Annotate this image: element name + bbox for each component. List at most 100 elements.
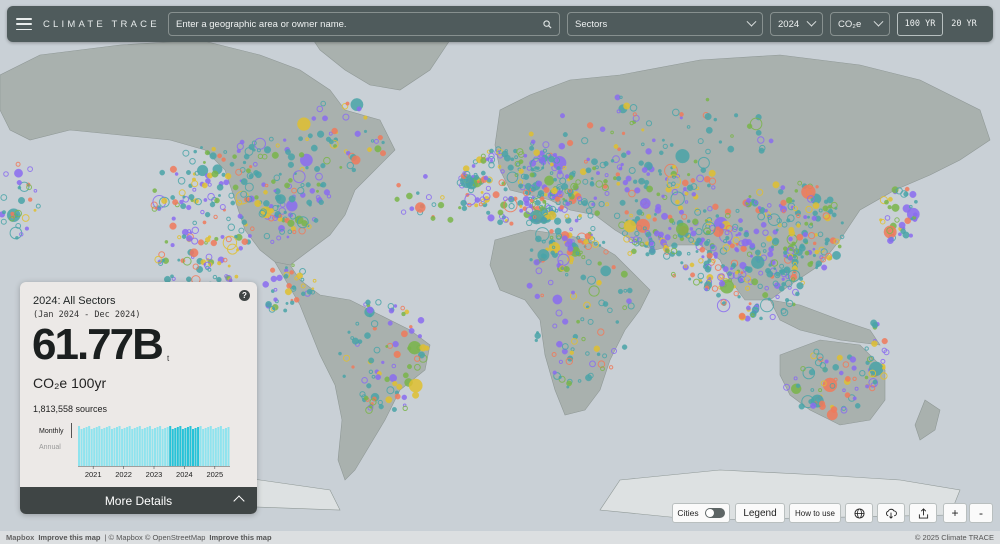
emission-source-marker[interactable] [796, 223, 801, 228]
emission-source-marker[interactable] [627, 287, 633, 294]
emission-source-marker[interactable] [690, 272, 696, 278]
emission-source-marker[interactable] [471, 164, 476, 168]
emission-source-marker[interactable] [529, 248, 534, 252]
month-bar[interactable] [108, 426, 111, 466]
emission-source-marker[interactable] [214, 197, 220, 204]
emission-source-marker[interactable] [366, 306, 374, 314]
emission-source-marker[interactable] [2, 210, 6, 215]
emission-source-marker[interactable] [220, 234, 225, 239]
emission-source-marker[interactable] [234, 234, 238, 239]
emission-source-marker[interactable] [807, 261, 813, 268]
emission-source-marker[interactable] [824, 214, 832, 222]
emission-source-marker[interactable] [253, 169, 260, 176]
emission-source-marker[interactable] [271, 179, 276, 184]
emission-source-marker[interactable] [904, 186, 910, 192]
emission-source-marker[interactable] [534, 166, 538, 170]
emission-source-marker[interactable] [591, 158, 598, 166]
emission-source-marker[interactable] [186, 204, 192, 211]
emission-source-marker[interactable] [594, 210, 601, 216]
emission-source-marker[interactable] [392, 381, 398, 387]
emission-source-marker[interactable] [665, 248, 670, 254]
emission-source-marker[interactable] [497, 209, 504, 216]
emission-source-marker[interactable] [538, 156, 546, 164]
emission-source-marker[interactable] [812, 241, 817, 246]
emission-source-marker[interactable] [796, 233, 804, 241]
emission-source-marker[interactable] [460, 199, 467, 207]
emission-source-marker[interactable] [393, 304, 398, 308]
emission-source-marker[interactable] [566, 385, 570, 389]
emission-source-marker[interactable] [263, 200, 270, 207]
emission-source-marker[interactable] [766, 270, 774, 278]
emission-source-marker[interactable] [871, 340, 878, 347]
emission-source-marker[interactable] [672, 164, 677, 169]
emission-source-marker[interactable] [283, 308, 288, 313]
emission-source-marker[interactable] [611, 265, 616, 270]
emission-source-marker[interactable] [387, 320, 393, 326]
emission-source-marker[interactable] [489, 148, 494, 154]
emission-source-marker[interactable] [706, 252, 713, 259]
emission-source-marker[interactable] [735, 242, 739, 246]
emission-source-marker[interactable] [795, 291, 800, 297]
emission-source-marker[interactable] [718, 140, 723, 144]
emission-source-marker[interactable] [634, 187, 641, 194]
emission-source-marker[interactable] [273, 189, 277, 193]
emission-source-marker[interactable] [800, 255, 804, 259]
emission-source-marker[interactable] [686, 219, 691, 223]
emission-source-marker[interactable] [683, 187, 687, 191]
emission-source-marker[interactable] [566, 380, 572, 387]
emission-source-marker[interactable] [568, 193, 572, 198]
year-dropdown[interactable]: 2024 [770, 12, 823, 36]
monthly-toggle[interactable]: Monthly [39, 428, 64, 435]
emission-source-marker[interactable] [217, 193, 221, 197]
emission-source-marker[interactable] [385, 396, 393, 404]
menu-icon[interactable] [16, 18, 32, 30]
sectors-dropdown[interactable]: Sectors [567, 12, 763, 36]
emission-source-marker[interactable] [864, 375, 869, 380]
emission-source-marker[interactable] [592, 166, 597, 171]
emission-source-marker[interactable] [658, 172, 663, 176]
emission-source-marker[interactable] [293, 296, 300, 303]
emission-source-marker[interactable] [645, 214, 652, 220]
emission-source-marker[interactable] [808, 369, 816, 376]
emission-source-marker[interactable] [185, 169, 191, 175]
emission-source-marker[interactable] [664, 234, 671, 241]
month-bar[interactable] [103, 428, 106, 466]
emission-source-marker[interactable] [249, 165, 253, 169]
emission-source-marker[interactable] [561, 235, 568, 242]
emission-source-marker[interactable] [16, 180, 22, 186]
emission-source-marker[interactable] [232, 154, 237, 159]
emission-source-marker[interactable] [207, 235, 212, 239]
emission-source-marker[interactable] [791, 241, 796, 246]
emission-source-marker[interactable] [174, 172, 179, 176]
zoom-out-button[interactable]: - [969, 503, 993, 523]
emission-source-marker[interactable] [278, 172, 282, 176]
month-bar[interactable] [136, 427, 139, 466]
emission-source-marker[interactable] [319, 183, 324, 188]
month-bar[interactable] [214, 428, 217, 466]
emission-source-marker[interactable] [424, 345, 430, 351]
emission-source-marker[interactable] [550, 250, 556, 256]
emission-source-marker[interactable] [722, 266, 729, 273]
emission-source-marker[interactable] [703, 175, 711, 183]
emission-source-marker[interactable] [749, 254, 754, 258]
emission-source-marker[interactable] [474, 203, 479, 208]
emission-source-marker[interactable] [230, 200, 236, 206]
emission-source-marker[interactable] [689, 262, 695, 268]
emission-source-marker[interactable] [686, 184, 694, 192]
emission-source-marker[interactable] [548, 155, 555, 163]
emission-source-marker[interactable] [317, 130, 325, 138]
emission-source-marker[interactable] [169, 222, 177, 230]
emission-source-marker[interactable] [471, 174, 475, 178]
emission-source-marker[interactable] [232, 184, 239, 191]
emission-source-marker[interactable] [767, 251, 774, 258]
emission-source-marker[interactable] [401, 394, 407, 401]
emission-source-marker[interactable] [437, 201, 445, 209]
emission-source-marker[interactable] [648, 248, 656, 256]
emission-source-marker[interactable] [700, 167, 707, 173]
improve-map-link-2[interactable]: Improve this map [209, 533, 271, 542]
emission-source-marker[interactable] [603, 178, 608, 184]
emission-source-marker[interactable] [223, 179, 230, 186]
emission-source-marker[interactable] [617, 147, 621, 152]
emission-source-marker[interactable] [447, 216, 454, 223]
emission-source-marker[interactable] [784, 298, 790, 303]
